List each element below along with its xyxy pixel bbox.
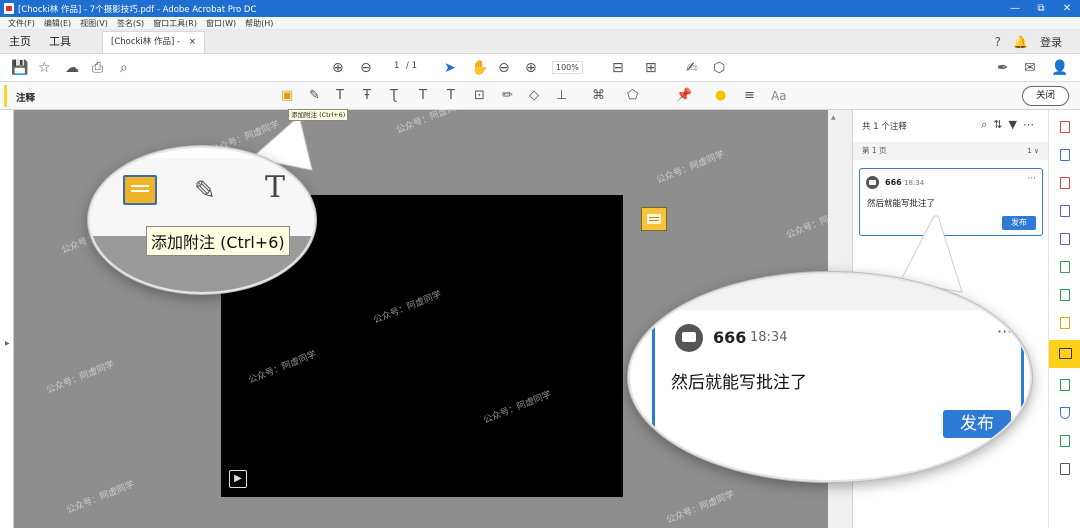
zoom-panel-band: [630, 274, 1030, 310]
text-tool-icon: T: [265, 170, 286, 205]
zoomed-comment-user: 666: [713, 328, 747, 347]
zoomed-comment-text: 然后就能写批注了: [671, 373, 807, 393]
zoomed-tooltip: 添加附注 (Ctrl+6): [146, 226, 290, 256]
magnifier-comment-zoom: 666 18:34 ··· 然后就能写批注了 发布: [628, 272, 1032, 482]
add-note-tooltip: 添加附注 (Ctrl+6): [288, 109, 349, 121]
zoomed-comment-card: 666 18:34 ··· 然后就能写批注了 发布: [652, 312, 1024, 442]
zoomed-comment-time: 18:34: [750, 330, 788, 345]
more-options-icon: ···: [997, 322, 1013, 341]
highlight-pen-icon: ✎: [194, 176, 216, 206]
sticky-note-icon: [123, 175, 157, 205]
magnifier-toolbar-zoom: ✎ T 添加附注 (Ctrl+6): [88, 146, 316, 294]
zoomed-publish-button: 发布: [943, 410, 1011, 438]
avatar: [675, 324, 703, 352]
